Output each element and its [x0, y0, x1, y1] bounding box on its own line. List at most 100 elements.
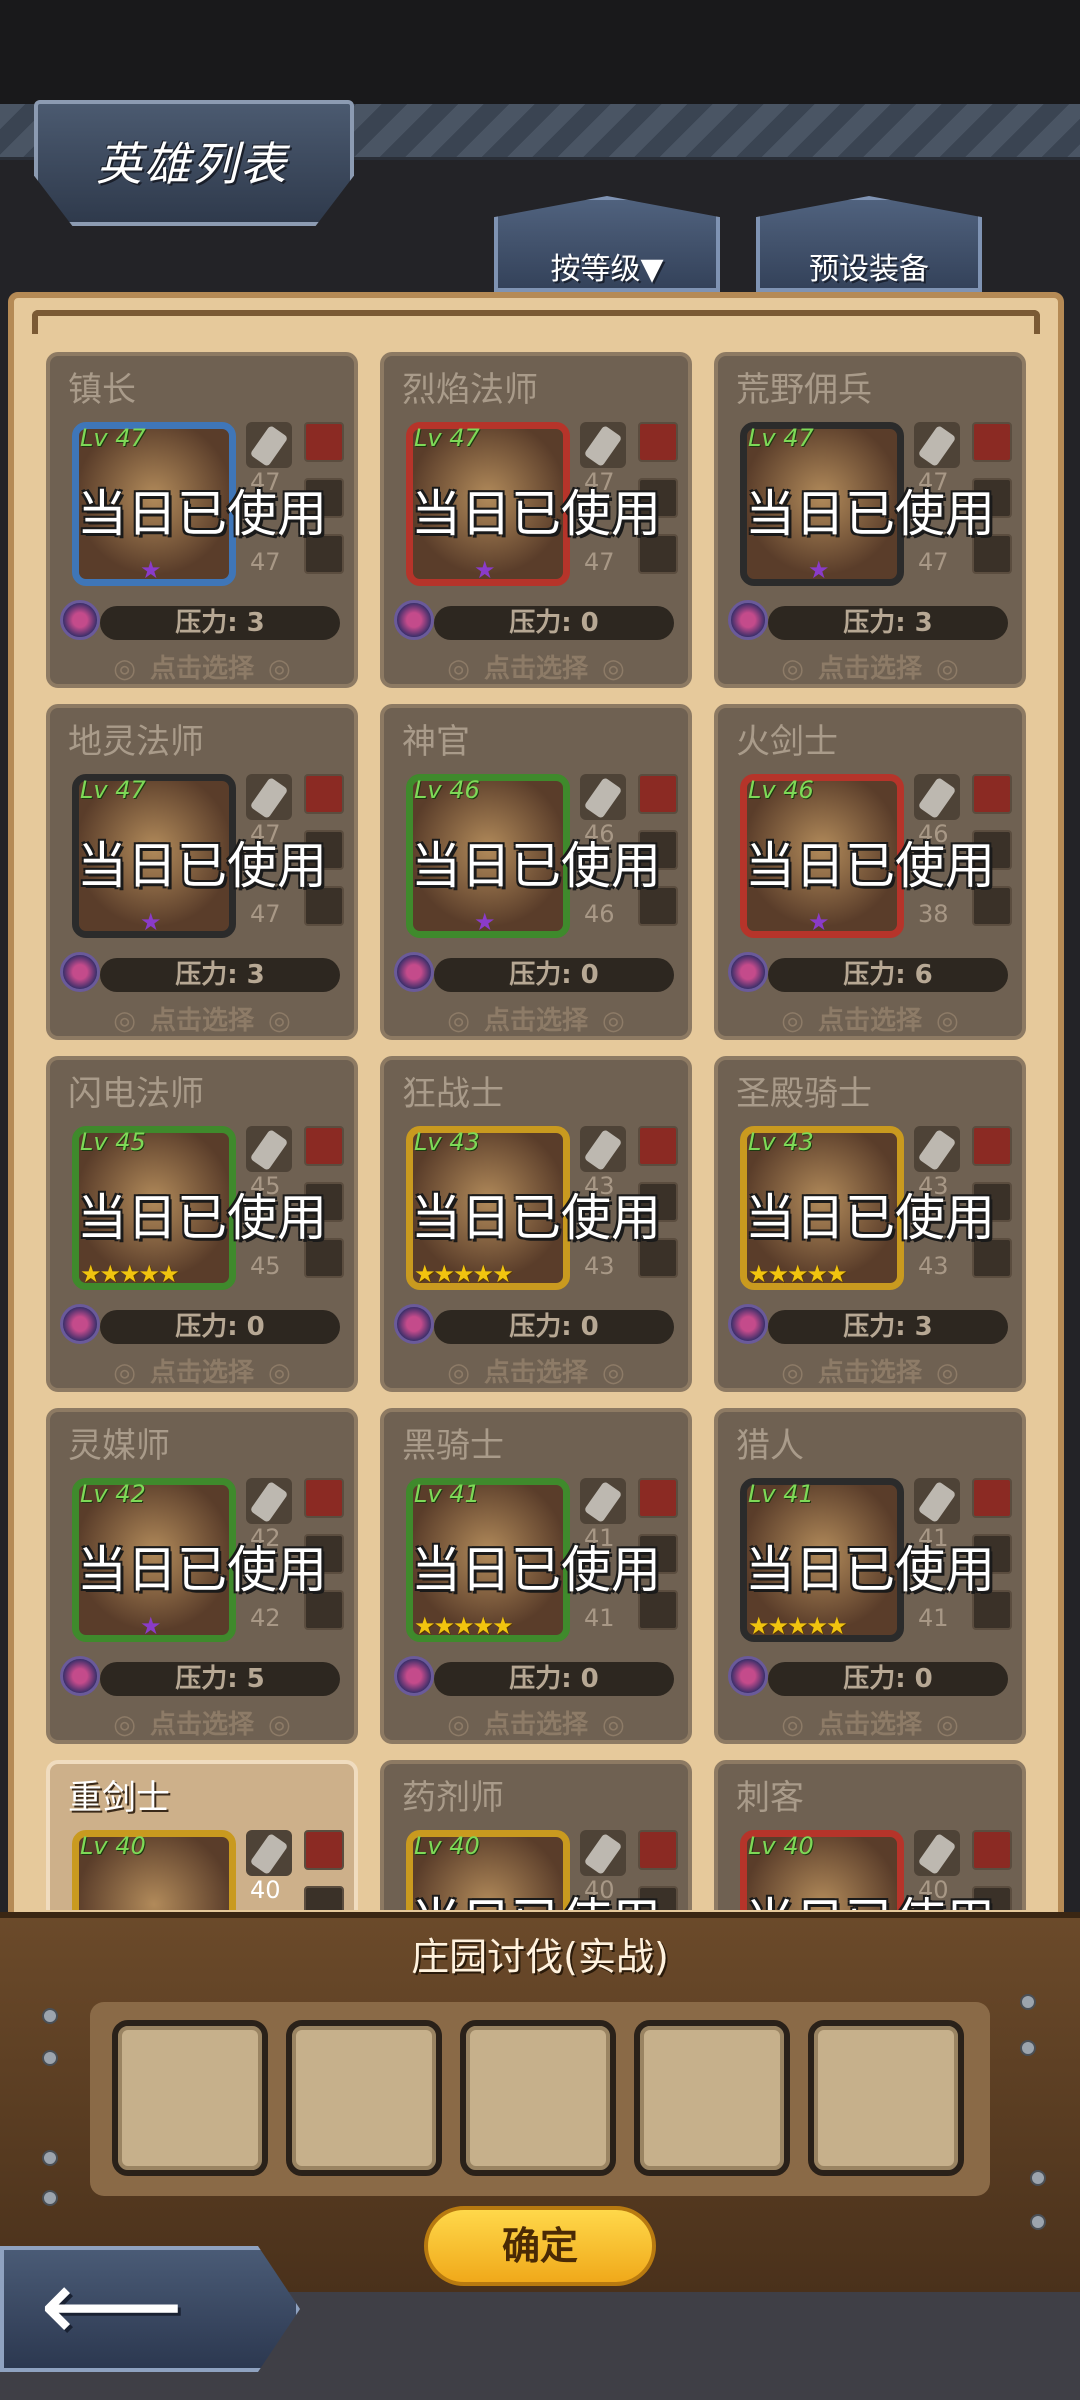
team-slot-1[interactable]	[112, 2020, 268, 2176]
equipment-slot-icon	[972, 1478, 1012, 1518]
hero-card[interactable]: 荒野佣兵Lv 47★4747当日已使用压力: 3点击选择	[714, 352, 1026, 688]
equipment-slot-icon	[638, 774, 678, 814]
used-today-overlay: 当日已使用	[77, 1189, 327, 1247]
team-slot-5[interactable]	[808, 2020, 964, 2176]
armor-level: 46	[584, 900, 615, 928]
equipment-slot-icon	[972, 1830, 1012, 1870]
pressure-value: 压力: 0	[768, 1662, 1008, 1696]
hero-level: Lv 47	[80, 776, 146, 804]
armor-level: 47	[250, 548, 281, 576]
weapon-level: 40	[250, 1876, 281, 1904]
armor-level: 47	[918, 548, 949, 576]
hero-card[interactable]: 猎人Lv 41★★★★★4141当日已使用压力: 0点击选择	[714, 1408, 1026, 1744]
back-arrow-icon[interactable]: ⟵	[40, 2256, 183, 2356]
pressure-value: 压力: 0	[434, 606, 674, 640]
pressure-icon	[728, 1656, 768, 1696]
select-label: 点击选择	[718, 1352, 1022, 1388]
rivet	[42, 2050, 58, 2066]
used-today-overlay: 当日已使用	[411, 485, 661, 543]
pressure-value: 压力: 0	[100, 1310, 340, 1344]
hero-card[interactable]: 重剑士Lv 40★40	[46, 1760, 358, 1910]
used-today-overlay: 当日已使用	[411, 837, 661, 895]
star-rating-icon: ★★★★★	[748, 1260, 848, 1288]
pressure-value: 压力: 0	[434, 1310, 674, 1344]
pressure-value: 压力: 3	[100, 958, 340, 992]
rivet	[1030, 2214, 1046, 2230]
equipment-slot-icon	[972, 422, 1012, 462]
hero-card[interactable]: 灵媒师Lv 42★4242当日已使用压力: 5点击选择	[46, 1408, 358, 1744]
used-today-overlay: 当日已使用	[411, 1541, 661, 1599]
purple-star-icon: ★	[140, 908, 162, 936]
hero-card[interactable]: 闪电法师Lv 45★★★★★4545当日已使用压力: 0点击选择	[46, 1056, 358, 1392]
hero-name: 黑骑士	[402, 1426, 504, 1466]
pressure-value: 压力: 0	[434, 958, 674, 992]
used-today-overlay: 当日已使用	[77, 837, 327, 895]
select-label: 点击选择	[50, 1352, 354, 1388]
armor-level: 41	[584, 1604, 615, 1632]
star-rating-icon: ★★★★★	[748, 1612, 848, 1640]
select-label: 点击选择	[384, 1704, 688, 1740]
team-slot-4[interactable]	[634, 2020, 790, 2176]
pressure-icon	[394, 1656, 434, 1696]
hero-name: 狂战士	[402, 1074, 504, 1114]
armor-level: 47	[250, 900, 281, 928]
hero-name: 地灵法师	[68, 722, 204, 762]
select-label: 点击选择	[718, 1000, 1022, 1036]
hero-name: 灵媒师	[68, 1426, 170, 1466]
select-label: 点击选择	[50, 648, 354, 684]
hero-card[interactable]: 地灵法师Lv 47★4747当日已使用压力: 3点击选择	[46, 704, 358, 1040]
star-rating-icon: ★★★★★	[414, 1260, 514, 1288]
hero-name: 神官	[402, 722, 470, 762]
hero-level: Lv 40	[414, 1832, 480, 1860]
hero-card[interactable]: 狂战士Lv 43★★★★★4343当日已使用压力: 0点击选择	[380, 1056, 692, 1392]
select-label: 点击选择	[384, 648, 688, 684]
hero-level: Lv 41	[748, 1480, 814, 1508]
pressure-icon	[60, 1656, 100, 1696]
hero-card[interactable]: 镇长Lv 47★4747当日已使用压力: 3点击选择	[46, 352, 358, 688]
pressure-icon	[394, 1304, 434, 1344]
pressure-icon	[60, 952, 100, 992]
hero-card[interactable]: 烈焰法师Lv 47★4747当日已使用压力: 0点击选择	[380, 352, 692, 688]
equipment-slot-icon	[638, 1478, 678, 1518]
purple-star-icon: ★	[808, 556, 830, 584]
used-today-overlay: 当日已使用	[745, 485, 995, 543]
hero-level: Lv 47	[80, 424, 146, 452]
hero-level: Lv 45	[80, 1128, 146, 1156]
pressure-value: 压力: 0	[434, 1662, 674, 1696]
hero-card[interactable]: 药剂师Lv 40★40当日已使用	[380, 1760, 692, 1910]
hero-level: Lv 46	[414, 776, 480, 804]
hero-card[interactable]: 火剑士Lv 46★4638当日已使用压力: 6点击选择	[714, 704, 1026, 1040]
armor-level: 47	[584, 548, 615, 576]
armor-level: 43	[584, 1252, 615, 1280]
star-rating-icon: ★★★★★	[414, 1612, 514, 1640]
armor-level: 41	[918, 1604, 949, 1632]
rivet	[1020, 2040, 1036, 2056]
used-today-overlay: 当日已使用	[745, 837, 995, 895]
pressure-icon	[394, 952, 434, 992]
hero-level: Lv 47	[748, 424, 814, 452]
hero-grid[interactable]: 镇长Lv 47★4747当日已使用压力: 3点击选择烈焰法师Lv 47★4747…	[0, 0, 1080, 1910]
hero-level: Lv 41	[414, 1480, 480, 1508]
hero-name: 闪电法师	[68, 1074, 204, 1114]
equipment-slot-icon	[304, 1886, 344, 1910]
hero-card[interactable]: 刺客Lv 40★40当日已使用	[714, 1760, 1026, 1910]
team-panel-title: 庄园讨伐(实战)	[411, 1935, 669, 1979]
pressure-value: 压力: 6	[768, 958, 1008, 992]
select-label: 点击选择	[50, 1704, 354, 1740]
hero-level: Lv 43	[748, 1128, 814, 1156]
used-today-overlay: 当日已使用	[745, 1189, 995, 1247]
hero-card[interactable]: 黑骑士Lv 41★★★★★4141当日已使用压力: 0点击选择	[380, 1408, 692, 1744]
hero-card[interactable]: 圣殿骑士Lv 43★★★★★4343当日已使用压力: 3点击选择	[714, 1056, 1026, 1392]
hero-name: 火剑士	[736, 722, 838, 762]
equipment-slot-icon	[304, 1126, 344, 1166]
equipment-slot-icon	[638, 422, 678, 462]
team-slot-3[interactable]	[460, 2020, 616, 2176]
used-today-overlay: 当日已使用	[718, 1882, 1022, 1910]
team-slot-2[interactable]	[286, 2020, 442, 2176]
hero-level: Lv 40	[80, 1832, 146, 1860]
hero-card[interactable]: 神官Lv 46★4646当日已使用压力: 0点击选择	[380, 704, 692, 1040]
hero-level: Lv 42	[80, 1480, 146, 1508]
confirm-button[interactable]: 确定	[424, 2206, 656, 2286]
hero-name: 圣殿骑士	[736, 1074, 872, 1114]
hero-name: 重剑士	[68, 1778, 170, 1818]
